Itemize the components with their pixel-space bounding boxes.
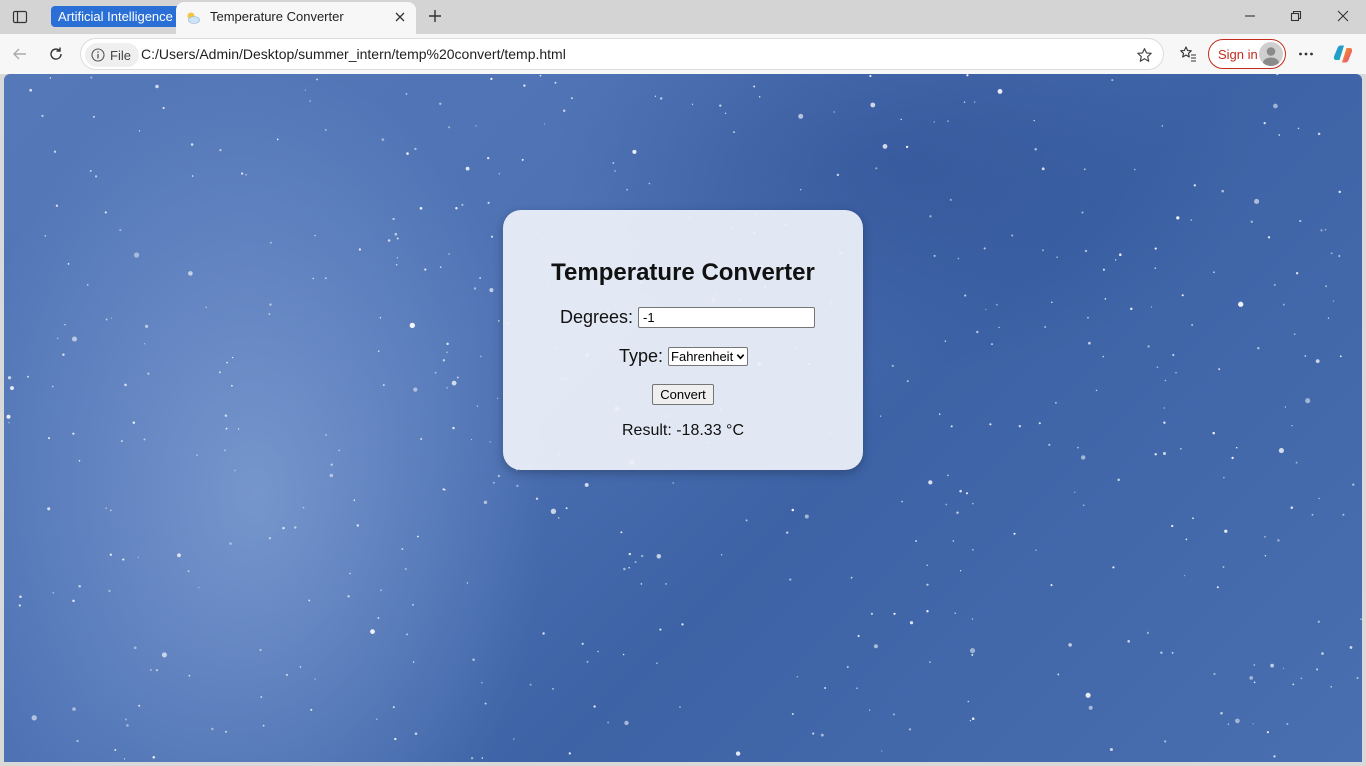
url-text[interactable]: C:/Users/Admin/Desktop/summer_intern/tem… (141, 46, 566, 62)
sign-in-label: Sign in (1218, 46, 1258, 62)
copilot-icon (1333, 45, 1353, 63)
type-selected-value: Fahrenheit (671, 349, 734, 364)
info-icon (91, 48, 105, 62)
settings-menu-button[interactable] (1293, 42, 1319, 66)
more-icon (1299, 52, 1313, 56)
weather-icon (185, 10, 201, 26)
browser-toolbar: File C:/Users/Admin/Desktop/summer_inter… (0, 34, 1366, 74)
type-row: Type: Fahrenheit (619, 346, 749, 367)
tab-strip: Artificial Intelligence Temperature Conv… (0, 0, 1366, 34)
minimize-button[interactable] (1238, 5, 1262, 27)
tab-temperature-converter[interactable]: Temperature Converter (176, 2, 416, 34)
star-icon (1136, 47, 1152, 62)
plus-icon (429, 10, 441, 22)
refresh-button[interactable] (43, 42, 69, 66)
copilot-button[interactable] (1330, 42, 1356, 66)
tab-group-chip[interactable]: Artificial Intelligence (51, 6, 180, 27)
type-select[interactable]: Fahrenheit (668, 347, 749, 366)
restore-button[interactable] (1284, 5, 1308, 27)
favorites-button[interactable] (1175, 42, 1201, 66)
arrow-left-icon (13, 48, 26, 60)
tab-actions-button[interactable] (8, 6, 32, 28)
page-viewport: Temperature Converter Degrees: Type: Fah… (4, 74, 1362, 762)
degrees-row: Degrees: (560, 307, 816, 328)
site-info-chip[interactable]: File (85, 43, 139, 67)
result-text: Result: -18.33 °C (621, 422, 744, 439)
site-chip-label: File (110, 47, 131, 63)
add-favorite-button[interactable] (1133, 44, 1155, 66)
new-tab-button[interactable] (424, 5, 446, 27)
sign-in-button[interactable]: Sign in (1208, 39, 1286, 69)
type-label: Type: (619, 346, 664, 366)
close-icon (395, 12, 405, 22)
convert-button[interactable]: Convert (652, 384, 714, 405)
address-bar[interactable]: File C:/Users/Admin/Desktop/summer_inter… (80, 38, 1164, 70)
close-window-button[interactable] (1331, 5, 1355, 27)
close-icon (1337, 10, 1349, 22)
tab-title: Temperature Converter (210, 9, 344, 24)
minimize-icon (1245, 15, 1255, 17)
degrees-label: Degrees: (560, 307, 634, 327)
converter-card: Temperature Converter Degrees: Type: Fah… (503, 210, 863, 470)
favorites-icon (1180, 46, 1196, 62)
page-title: Temperature Converter (551, 259, 815, 286)
restore-icon (1290, 10, 1302, 22)
degrees-input[interactable] (638, 307, 816, 328)
tab-close-button[interactable] (392, 9, 408, 25)
back-button[interactable] (7, 42, 33, 66)
refresh-icon (50, 47, 62, 60)
chevron-down-icon (736, 354, 745, 360)
tab-actions-icon (12, 10, 28, 24)
avatar-icon (1259, 42, 1283, 66)
